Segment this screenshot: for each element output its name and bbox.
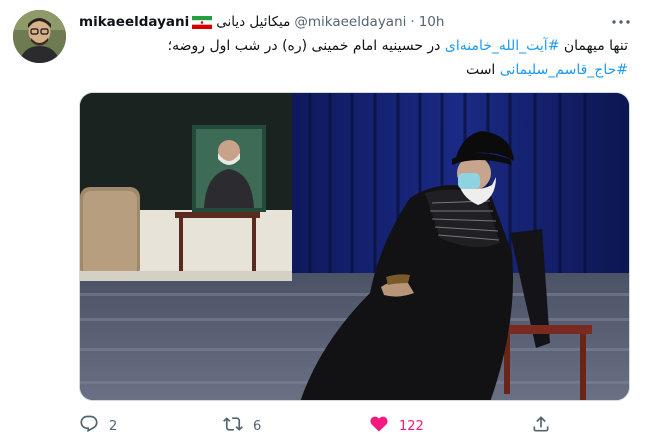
heart-icon: [369, 414, 389, 438]
retweet-icon: [223, 414, 243, 438]
display-name-persian[interactable]: میکائیل دیانی: [216, 14, 290, 30]
reply-count: 2: [109, 418, 118, 434]
text-segment: است: [465, 62, 500, 78]
reply-icon: [79, 414, 99, 438]
timestamp[interactable]: 10h: [419, 14, 445, 30]
avatar[interactable]: [13, 10, 66, 63]
tweet-text: تنها میهمان #آیت_الله_خامنه‌ای در حسینیه…: [79, 34, 628, 82]
tweet-card[interactable]: mikaeeldayani میکائیل دیانی @mikaeeldaya…: [0, 0, 651, 447]
hashtag-link[interactable]: #آیت_الله_خامنه‌ای: [445, 38, 560, 54]
tweet-photo[interactable]: [79, 92, 630, 401]
text-segment: تنها میهمان: [559, 38, 628, 54]
tweet-text-line-2: #حاج_قاسم_سلیمانی است: [79, 58, 628, 82]
tweet-header: mikaeeldayani میکائیل دیانی @mikaeeldaya…: [79, 12, 444, 32]
text-segment: در حسینیه امام خمینی (ره) در شب اول روضه…: [167, 38, 445, 54]
display-name[interactable]: mikaeeldayani: [79, 14, 189, 30]
reply-button[interactable]: 2: [79, 414, 117, 438]
handle[interactable]: @mikaeeldayani: [294, 14, 406, 30]
retweet-button[interactable]: 6: [223, 414, 261, 438]
separator: ·: [410, 14, 415, 30]
share-button[interactable]: [531, 414, 551, 438]
like-count: 122: [399, 418, 424, 434]
retweet-count: 6: [253, 418, 262, 434]
hashtag-link[interactable]: #حاج_قاسم_سلیمانی: [500, 62, 628, 78]
more-options-icon[interactable]: [609, 12, 633, 32]
iran-flag-icon: [192, 15, 213, 29]
tweet-actions: 2 6 122: [79, 414, 559, 438]
like-button[interactable]: 122: [369, 414, 424, 438]
tweet-text-line-1: تنها میهمان #آیت_الله_خامنه‌ای در حسینیه…: [79, 34, 628, 58]
share-icon: [531, 414, 551, 438]
